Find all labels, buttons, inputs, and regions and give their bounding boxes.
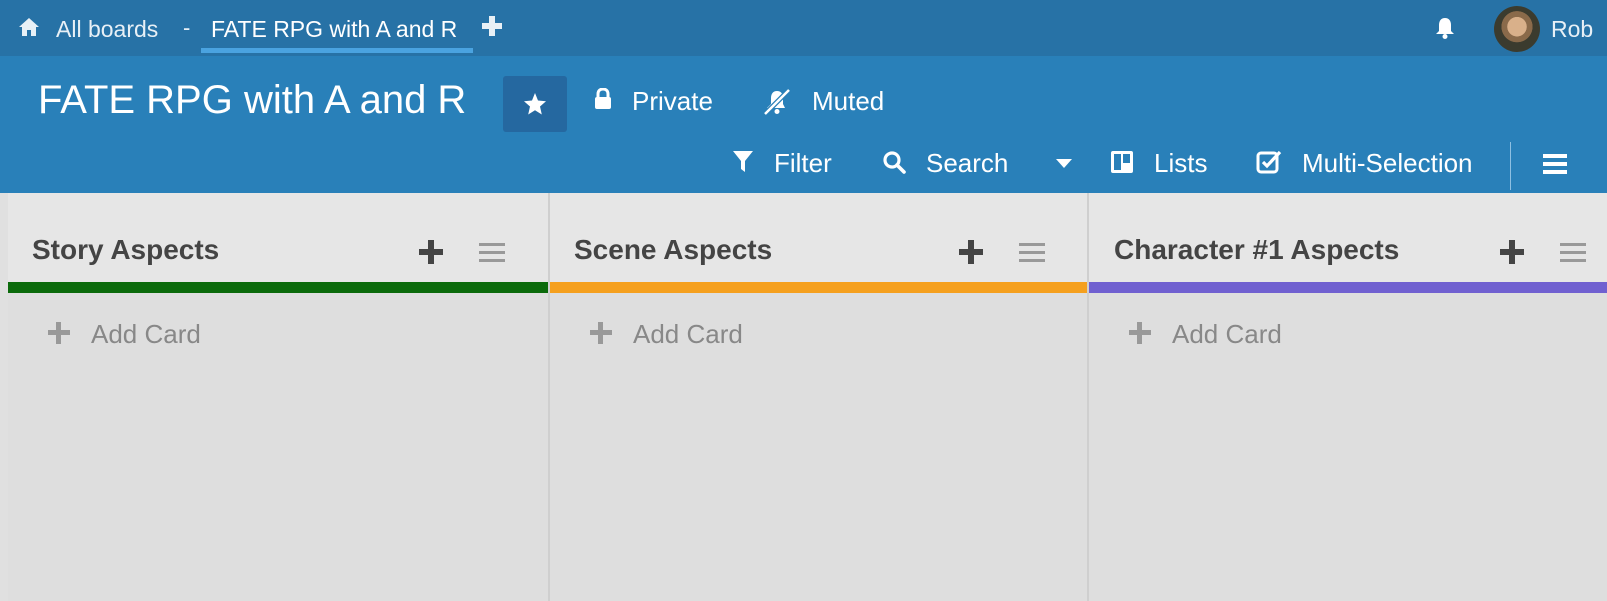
checkbox-icon <box>1256 150 1282 174</box>
list-title[interactable]: Scene Aspects <box>574 234 772 266</box>
filter-label: Filter <box>774 148 832 178</box>
list-story-aspects: Story Aspects Add Card <box>8 193 550 601</box>
list-header: Story Aspects <box>8 193 548 293</box>
list-color-bar <box>1089 282 1607 293</box>
list-header: Scene Aspects <box>550 193 1087 293</box>
board-title[interactable]: FATE RPG with A and R <box>38 78 466 123</box>
plus-icon <box>48 322 70 344</box>
add-card-label: Add Card <box>633 319 743 349</box>
muted-button[interactable]: Muted <box>761 82 901 122</box>
username[interactable]: Rob <box>1551 16 1593 43</box>
add-card-plus-icon[interactable] <box>958 239 984 265</box>
chevron-down-icon[interactable] <box>1055 158 1073 170</box>
hamburger-menu-icon[interactable] <box>1543 153 1567 175</box>
multi-selection-label: Multi-Selection <box>1302 148 1473 178</box>
add-card-plus-icon[interactable] <box>418 239 444 265</box>
star-button[interactable] <box>503 76 567 132</box>
lock-icon <box>595 88 611 109</box>
star-icon <box>524 93 546 115</box>
tab-label: FATE RPG with A and R <box>211 16 458 42</box>
board-header: FATE RPG with A and R Private Muted Filt… <box>0 56 1607 193</box>
bell-slash-icon <box>763 88 791 116</box>
list-menu-icon[interactable] <box>1560 242 1586 264</box>
filter-icon <box>733 151 753 172</box>
all-boards-link[interactable]: All boards <box>56 16 158 43</box>
top-bar: All boards - FATE RPG with A and R Rob <box>0 0 1607 56</box>
plus-icon <box>1129 322 1151 344</box>
search-label: Search <box>926 148 1009 178</box>
home-icon[interactable] <box>18 17 40 37</box>
lists-area: Story Aspects Add Card Scene Aspects Add… <box>0 193 1607 601</box>
add-card-plus-icon[interactable] <box>1499 239 1525 265</box>
add-tab-icon[interactable] <box>481 15 503 37</box>
private-button[interactable]: Private <box>594 82 734 122</box>
list-color-bar <box>550 282 1087 293</box>
search-button[interactable]: Search <box>882 144 1012 184</box>
add-card-label: Add Card <box>1172 319 1282 349</box>
list-menu-icon[interactable] <box>479 242 505 264</box>
list-menu-icon[interactable] <box>1019 242 1045 264</box>
list-character-1-aspects: Character #1 Aspects Add Card <box>1089 193 1607 601</box>
header-divider <box>1510 142 1511 190</box>
filter-button[interactable]: Filter <box>732 144 842 184</box>
avatar[interactable] <box>1494 6 1540 52</box>
lists-view-button[interactable]: Lists <box>1110 144 1210 184</box>
list-title[interactable]: Character #1 Aspects <box>1114 234 1399 266</box>
bell-icon[interactable] <box>1433 16 1457 40</box>
plus-icon <box>590 322 612 344</box>
list-scene-aspects: Scene Aspects Add Card <box>550 193 1089 601</box>
muted-label: Muted <box>812 86 885 116</box>
search-icon <box>883 151 906 174</box>
add-card-label: Add Card <box>91 319 201 349</box>
lists-label: Lists <box>1154 148 1208 178</box>
list-title[interactable]: Story Aspects <box>32 234 219 266</box>
board-view-icon <box>1111 151 1133 173</box>
list-color-bar <box>8 282 548 293</box>
private-label: Private <box>632 86 713 116</box>
multi-selection-button[interactable]: Multi-Selection <box>1256 144 1486 184</box>
breadcrumb-separator: - <box>183 15 191 40</box>
tab-underline <box>201 48 473 53</box>
list-header: Character #1 Aspects <box>1089 193 1607 293</box>
